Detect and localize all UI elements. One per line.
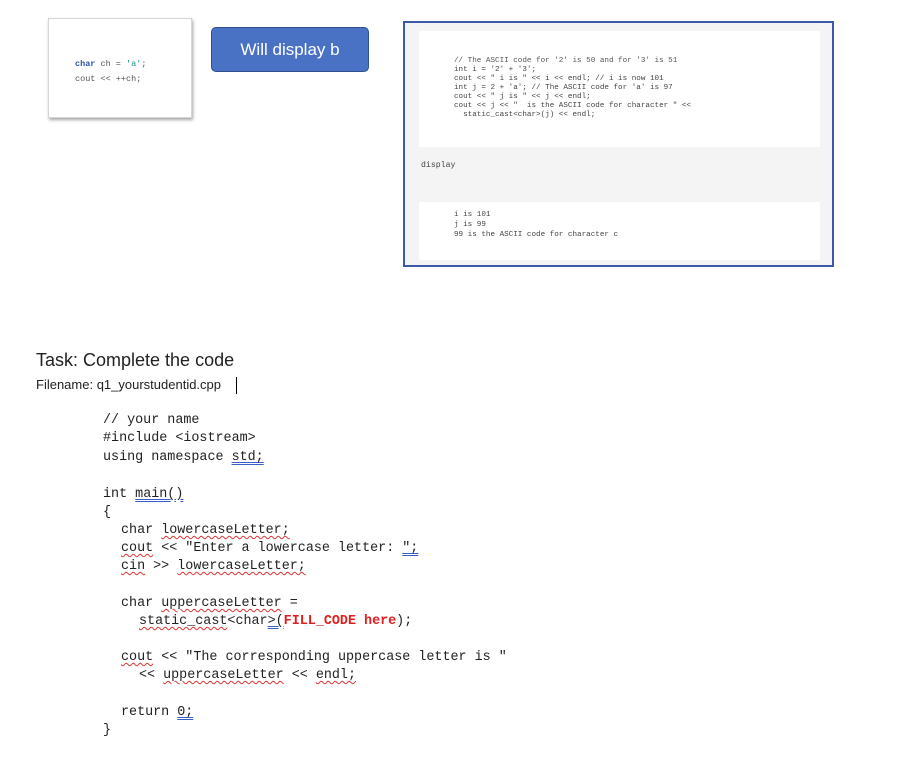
- code-line-include: #include <iostream>: [103, 431, 256, 446]
- code-line-return: return 0;: [121, 705, 194, 720]
- panel-code-line-2: int i = '2' + '3';: [454, 66, 537, 74]
- example-code-panel: // The ASCII code for '2' is 50 and for …: [403, 21, 834, 267]
- display-label: display: [421, 161, 456, 170]
- code-text: ;: [141, 59, 147, 69]
- filename-text: Filename: q1_yourstudentid.cpp: [36, 377, 222, 392]
- string-literal: 'a': [126, 59, 142, 69]
- code-text: ch =: [95, 59, 127, 69]
- panel-code-line-4: int j = 2 + 'a'; // The ASCII code for '…: [454, 84, 673, 92]
- panel-code-line-6: cout << j << " is the ASCII code for cha…: [454, 102, 691, 110]
- output-line-3: 99 is the ASCII code for character c: [454, 231, 619, 239]
- text-cursor: [236, 377, 237, 394]
- card-code-line-2: cout << ++ch;: [75, 74, 142, 84]
- code-line-char-lower: char lowercaseLetter;: [121, 523, 290, 538]
- code-line-cin: cin >> lowercaseLetter;: [121, 559, 306, 574]
- panel-code-line-7: static_cast<char>(j) << endl;: [454, 111, 596, 119]
- output-line-1: i is 101: [454, 211, 491, 219]
- code-line-close-brace: }: [103, 723, 112, 738]
- code-snippet-card: char ch = 'a'; cout << ++ch;: [48, 18, 192, 118]
- code-line-open-brace: {: [103, 505, 112, 520]
- card-code-line-1: char ch = 'a';: [75, 59, 146, 69]
- will-display-button[interactable]: Will display b: [211, 27, 369, 72]
- panel-code-line-1: // The ASCII code for '2' is 50 and for …: [454, 57, 678, 65]
- code-line-main: int main(): [103, 487, 184, 502]
- fill-code-placeholder: FILL_CODE here: [283, 614, 397, 629]
- panel-code-line-3: cout << " i is " << i << endl; // i is n…: [454, 75, 664, 83]
- code-line-cout-continue: << uppercaseLetter << endl;: [139, 668, 356, 683]
- panel-code-line-5: cout << " j is " << j << endl;: [454, 93, 591, 101]
- task-title: Task: Complete the code: [36, 350, 235, 370]
- code-line-comment: // your name: [103, 413, 200, 428]
- code-line-using: using namespace std;: [103, 450, 264, 465]
- keyword: char: [75, 59, 96, 69]
- code-line-char-upper: char uppercaseLetter =: [121, 596, 298, 611]
- output-line-2: j is 99: [454, 221, 486, 229]
- code-line-cout-prompt: cout << "Enter a lowercase letter: ";: [121, 541, 419, 556]
- code-line-cout-result: cout << "The corresponding uppercase let…: [121, 650, 507, 665]
- code-line-static-cast: static_cast<char>(FILL_CODE here);: [139, 614, 413, 629]
